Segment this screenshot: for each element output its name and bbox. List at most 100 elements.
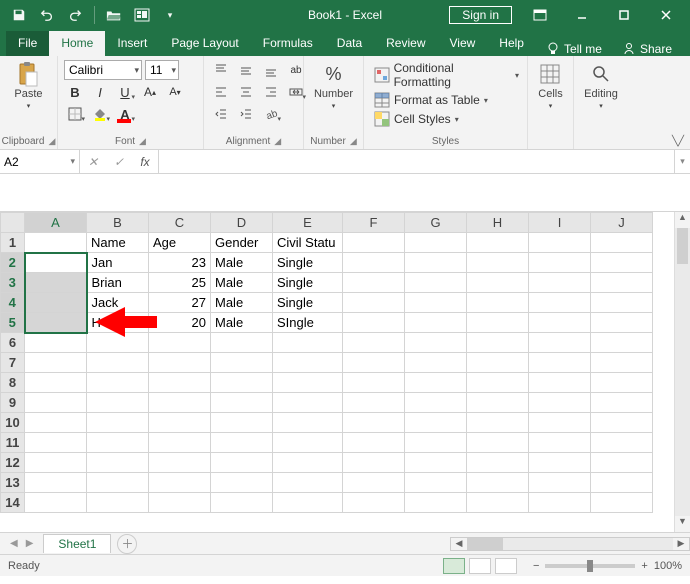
font-name-combo[interactable]: Calibri	[64, 60, 142, 80]
cell-B9[interactable]	[87, 393, 149, 413]
cell-H14[interactable]	[467, 493, 529, 513]
row-header-7[interactable]: 7	[1, 353, 25, 373]
collapse-ribbon-icon[interactable]: ╲╱	[672, 136, 684, 147]
tab-review[interactable]: Review	[374, 31, 437, 56]
cell-H2[interactable]	[467, 253, 529, 273]
cell-J4[interactable]	[591, 293, 653, 313]
align-center-icon[interactable]	[235, 82, 257, 102]
cell-C7[interactable]	[149, 353, 211, 373]
number-launcher-icon[interactable]: ◢	[350, 136, 357, 147]
cell-I10[interactable]	[529, 413, 591, 433]
tab-file[interactable]: File	[6, 31, 49, 56]
decrease-font-icon[interactable]: A▾	[164, 82, 186, 102]
tab-page-layout[interactable]: Page Layout	[159, 31, 250, 56]
cell-I8[interactable]	[529, 373, 591, 393]
name-box[interactable]: A2	[0, 150, 80, 173]
row-header-5[interactable]: 5	[1, 313, 25, 333]
cell-I2[interactable]	[529, 253, 591, 273]
sheet-nav-next-icon[interactable]: ▶	[26, 538, 34, 549]
col-header-I[interactable]: I	[529, 213, 591, 233]
sheet-nav-prev-icon[interactable]: ◀	[10, 538, 18, 549]
align-top-icon[interactable]	[210, 60, 232, 80]
cell-A6[interactable]	[25, 333, 87, 353]
tab-formulas[interactable]: Formulas	[251, 31, 325, 56]
cell-I14[interactable]	[529, 493, 591, 513]
cell-H10[interactable]	[467, 413, 529, 433]
cell-H6[interactable]	[467, 333, 529, 353]
cell-J10[interactable]	[591, 413, 653, 433]
page-break-view-icon[interactable]	[495, 558, 517, 574]
col-header-G[interactable]: G	[405, 213, 467, 233]
cell-G6[interactable]	[405, 333, 467, 353]
page-layout-view-icon[interactable]	[469, 558, 491, 574]
cell-I1[interactable]	[529, 233, 591, 253]
cell-G14[interactable]	[405, 493, 467, 513]
cell-G8[interactable]	[405, 373, 467, 393]
format-as-table-button[interactable]: Format as Table▾	[372, 91, 521, 109]
zoom-slider[interactable]	[545, 564, 635, 568]
cell-B14[interactable]	[87, 493, 149, 513]
cell-F14[interactable]	[343, 493, 405, 513]
formula-input[interactable]	[159, 150, 674, 173]
align-middle-icon[interactable]	[235, 60, 257, 80]
cell-G2[interactable]	[405, 253, 467, 273]
cell-G4[interactable]	[405, 293, 467, 313]
cell-F8[interactable]	[343, 373, 405, 393]
align-left-icon[interactable]	[210, 82, 232, 102]
cell-C1[interactable]: Age	[149, 233, 211, 253]
cell-D13[interactable]	[211, 473, 273, 493]
cell-J11[interactable]	[591, 433, 653, 453]
cell-B1[interactable]: Name	[87, 233, 149, 253]
cell-C6[interactable]	[149, 333, 211, 353]
cell-G12[interactable]	[405, 453, 467, 473]
paste-button[interactable]: Paste ▾	[10, 60, 46, 112]
cell-A14[interactable]	[25, 493, 87, 513]
add-sheet-icon[interactable]: ＋	[117, 534, 137, 554]
normal-view-icon[interactable]	[443, 558, 465, 574]
cell-A12[interactable]	[25, 453, 87, 473]
wrap-text-icon[interactable]: ab	[285, 60, 307, 80]
worksheet-grid[interactable]: ABCDEFGHIJ1NameAgeGenderCivil Statu2Jan2…	[0, 212, 690, 532]
cell-E12[interactable]	[273, 453, 343, 473]
cell-E2[interactable]: Single	[273, 253, 343, 273]
col-header-D[interactable]: D	[211, 213, 273, 233]
col-header-F[interactable]: F	[343, 213, 405, 233]
expand-formula-icon[interactable]: ▾	[674, 150, 690, 173]
row-header-14[interactable]: 14	[1, 493, 25, 513]
cell-H4[interactable]	[467, 293, 529, 313]
cell-H5[interactable]	[467, 313, 529, 333]
select-all-corner[interactable]	[1, 213, 25, 233]
col-header-B[interactable]: B	[87, 213, 149, 233]
share-button[interactable]: Share	[614, 42, 680, 56]
preview-icon[interactable]	[131, 4, 153, 26]
cell-E13[interactable]	[273, 473, 343, 493]
cell-D4[interactable]: Male	[211, 293, 273, 313]
align-bottom-icon[interactable]	[260, 60, 282, 80]
open-icon[interactable]	[103, 4, 125, 26]
cell-B4[interactable]: Jack	[87, 293, 149, 313]
cell-B7[interactable]	[87, 353, 149, 373]
cell-E3[interactable]: Single	[273, 273, 343, 293]
cell-D12[interactable]	[211, 453, 273, 473]
cell-I11[interactable]	[529, 433, 591, 453]
row-header-10[interactable]: 10	[1, 413, 25, 433]
cell-A2[interactable]	[25, 253, 87, 273]
cell-D5[interactable]: Male	[211, 313, 273, 333]
cell-D7[interactable]	[211, 353, 273, 373]
cell-B12[interactable]	[87, 453, 149, 473]
close-icon[interactable]	[646, 0, 686, 30]
orientation-icon[interactable]: ab	[260, 104, 282, 124]
cell-C14[interactable]	[149, 493, 211, 513]
cell-G9[interactable]	[405, 393, 467, 413]
scroll-up-icon[interactable]: ▲	[675, 212, 690, 228]
cell-E5[interactable]: SIngle	[273, 313, 343, 333]
cell-C10[interactable]	[149, 413, 211, 433]
alignment-launcher-icon[interactable]: ◢	[274, 136, 281, 147]
cell-A7[interactable]	[25, 353, 87, 373]
cell-D6[interactable]	[211, 333, 273, 353]
cell-H1[interactable]	[467, 233, 529, 253]
cell-E9[interactable]	[273, 393, 343, 413]
cell-A1[interactable]	[25, 233, 87, 253]
row-header-9[interactable]: 9	[1, 393, 25, 413]
col-header-E[interactable]: E	[273, 213, 343, 233]
